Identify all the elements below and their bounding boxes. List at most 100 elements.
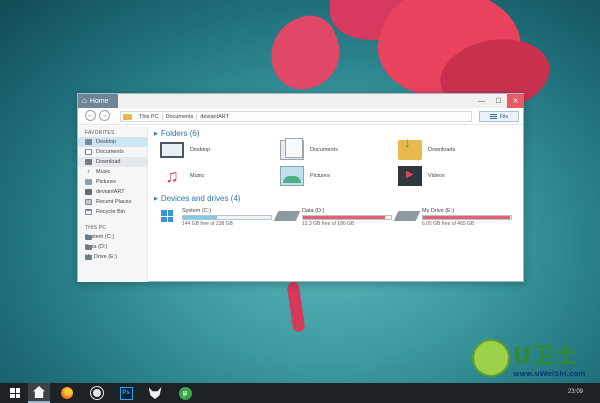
- home-tab[interactable]: ⌂ Home: [78, 94, 118, 108]
- firefox-icon: [61, 387, 73, 399]
- taskbar-utorrent[interactable]: µ: [174, 383, 196, 403]
- drive-usage-bar: [302, 215, 392, 220]
- sidebar-item-system-c[interactable]: System (C:): [78, 232, 147, 242]
- sidebar-item-desktop[interactable]: Desktop: [78, 137, 147, 147]
- sidebar-item-label: Recycle Bin: [96, 209, 126, 215]
- downloads-icon: [398, 134, 422, 160]
- sidebar-item-label: Recent Places: [96, 199, 132, 205]
- sidebar-item-documents[interactable]: Documents: [78, 147, 147, 157]
- music-icon: ♪: [87, 169, 90, 175]
- sidebar-item-deviantart[interactable]: deviantART: [78, 187, 147, 197]
- collapse-arrow-icon: ▶: [154, 130, 158, 137]
- folder-tile-downloads[interactable]: Downloads: [398, 134, 456, 160]
- watermark-logo: U卫士 www.uWeiShi.com: [472, 338, 586, 378]
- recycle-bin-icon: [85, 209, 92, 215]
- folder-label: Downloads: [428, 147, 456, 153]
- close-button[interactable]: ✕: [507, 94, 524, 108]
- drive-free-space: 12,3 GB free of 186 GB: [302, 221, 355, 227]
- drive-name: System (C:): [182, 208, 212, 214]
- address-bar[interactable]: This PC Documents deviantART: [120, 111, 472, 122]
- recent-places-icon: [85, 199, 92, 205]
- drive-usage-bar: [422, 215, 512, 220]
- folder-tile-desktop[interactable]: Desktop: [160, 142, 210, 158]
- drive-icon: [85, 234, 92, 240]
- folders-group-header[interactable]: ▶ Folders (6): [154, 129, 200, 138]
- file-menu-button[interactable]: File: [479, 111, 519, 122]
- collapse-arrow-icon: ▶: [154, 195, 158, 202]
- documents-icon: [280, 138, 304, 160]
- taskbar-explorer[interactable]: [28, 383, 50, 403]
- sidebar-item-label: Documents: [96, 149, 124, 155]
- this-pc-heading: THIS PC: [85, 225, 107, 231]
- drive-tile-system-c[interactable]: System (C:) 144 GB free of 238 GB: [156, 208, 272, 227]
- folders-heading: Folders (6): [160, 129, 200, 138]
- taskbar-firefox[interactable]: [56, 383, 78, 403]
- navigation-bar: ← → This PC Documents deviantART File: [78, 108, 523, 125]
- sidebar-item-label: deviantART: [96, 189, 125, 195]
- folder-tile-documents[interactable]: Documents: [280, 138, 338, 160]
- breadcrumb-documents[interactable]: Documents: [163, 113, 198, 120]
- sidebar-item-label: Music: [96, 169, 111, 175]
- taskbar-steam[interactable]: [86, 383, 108, 403]
- utorrent-icon: µ: [178, 386, 192, 400]
- forward-button[interactable]: →: [99, 110, 110, 121]
- drive-name: Data (D:): [302, 208, 325, 214]
- folder-tile-videos[interactable]: Videos: [398, 166, 445, 186]
- sidebar-item-data-d[interactable]: Data (D:): [78, 242, 147, 252]
- taskbar-fox-app[interactable]: [144, 383, 166, 403]
- drive-name: My Drive (E:): [422, 208, 455, 214]
- flower-stem: [286, 281, 306, 333]
- drive-icon: [85, 254, 92, 260]
- sidebar-item-my-drive-e[interactable]: My Drive (E:): [78, 252, 147, 262]
- navigation-pane: FAVORITES Desktop Documents Download ♪ M…: [78, 126, 148, 282]
- devices-group-header[interactable]: ▶ Devices and drives (4): [154, 194, 240, 203]
- folder-tile-pictures[interactable]: Pictures: [280, 166, 330, 186]
- windows-logo-icon: [10, 388, 20, 398]
- content-pane: ▶ Folders (6) Desktop Documents Download…: [150, 126, 524, 282]
- devices-heading: Devices and drives (4): [160, 194, 241, 203]
- windows-drive-icon: [161, 210, 173, 222]
- drive-tile-my-drive-e[interactable]: My Drive (E:) 6,05 GB free of 465 GB: [393, 208, 512, 227]
- title-bar[interactable]: ⌂ Home — ☐ ✕: [78, 94, 524, 108]
- sidebar-item-download[interactable]: Download: [78, 157, 147, 167]
- folder-label: Desktop: [190, 147, 211, 153]
- drive-icon: [85, 244, 92, 250]
- maximize-button[interactable]: ☐: [490, 94, 507, 108]
- photoshop-icon: Ps: [119, 386, 133, 400]
- taskbar-photoshop[interactable]: Ps: [115, 383, 137, 403]
- folder-label: Videos: [428, 173, 445, 179]
- folder-label: Music: [190, 173, 205, 179]
- hard-drive-icon: [273, 211, 301, 221]
- folder-label: Pictures: [310, 173, 330, 179]
- minimize-button[interactable]: —: [473, 94, 490, 108]
- documents-icon: [85, 149, 92, 155]
- drive-free-space: 144 GB free of 238 GB: [182, 221, 233, 227]
- sidebar-item-recent-places[interactable]: Recent Places: [78, 197, 147, 207]
- sidebar-item-pictures[interactable]: Pictures: [78, 177, 147, 187]
- folder-icon: [85, 189, 92, 195]
- videos-icon: [398, 166, 422, 186]
- sidebar-item-recycle-bin[interactable]: Recycle Bin: [78, 207, 147, 217]
- sidebar-item-label: Download: [96, 159, 121, 165]
- drive-usage-fill: [303, 216, 385, 219]
- drive-usage-fill: [183, 216, 218, 219]
- sidebar-item-label: Desktop: [96, 139, 117, 145]
- mascot-icon: [472, 339, 510, 377]
- watermark-url: www.uWeiShi.com: [513, 370, 586, 378]
- desktop-icon: [160, 142, 184, 158]
- drive-free-space: 6,05 GB free of 465 GB: [422, 221, 475, 227]
- pictures-icon: [280, 166, 304, 186]
- start-button[interactable]: [4, 383, 26, 403]
- breadcrumb-this-pc[interactable]: This PC: [136, 113, 163, 120]
- drive-usage-fill: [423, 216, 511, 219]
- drive-tile-data-d[interactable]: Data (D:) 12,3 GB free of 186 GB: [273, 208, 392, 227]
- sidebar-item-music[interactable]: ♪ Music: [78, 167, 147, 177]
- breadcrumb-deviantart[interactable]: deviantART: [197, 114, 232, 120]
- sidebar-item-label: Pictures: [96, 179, 116, 185]
- hard-drive-icon: [393, 211, 421, 221]
- folder-tile-music[interactable]: ♫ Music: [160, 166, 204, 186]
- fox-icon: [148, 387, 162, 399]
- back-button[interactable]: ←: [85, 110, 96, 121]
- taskbar-clock[interactable]: 23:09: [568, 389, 583, 395]
- desktop-icon: [85, 139, 92, 145]
